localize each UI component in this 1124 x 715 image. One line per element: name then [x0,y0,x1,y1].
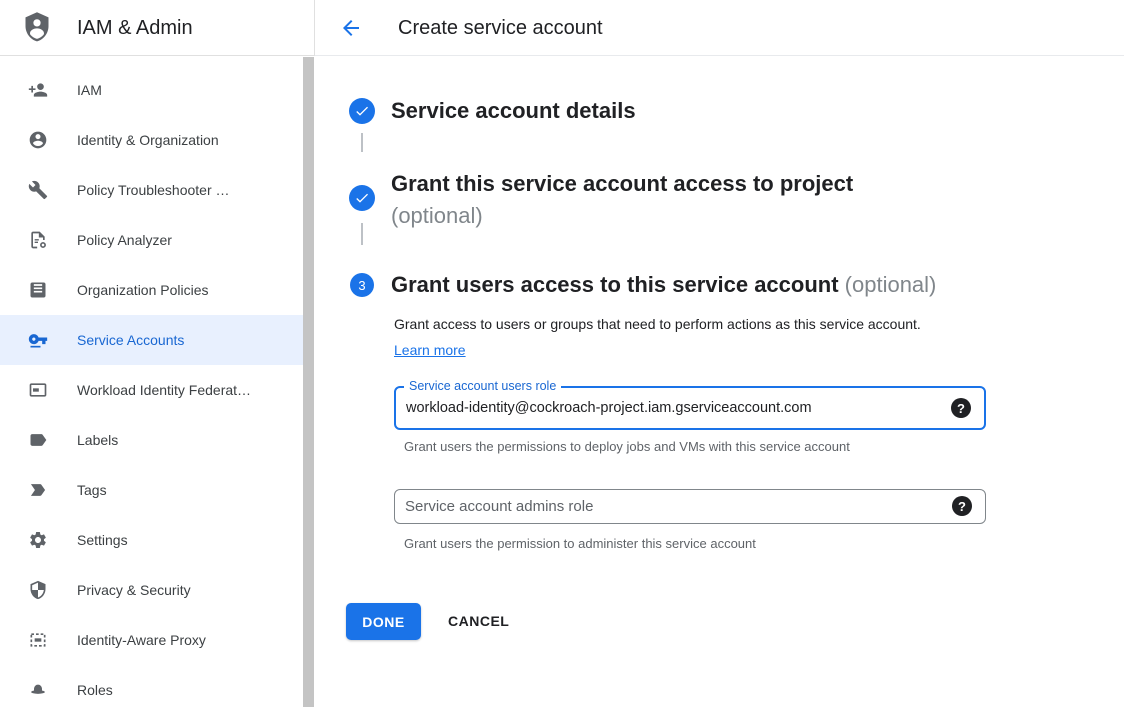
sidebar-item-iam[interactable]: IAM [0,65,303,115]
sidebar-item-identity-aware-proxy[interactable]: Identity-Aware Proxy [0,615,303,665]
wrench-icon [28,180,48,200]
sidebar-scrollbar[interactable] [303,57,314,707]
learn-more-link[interactable]: Learn more [394,342,466,358]
sidebar-item-labels[interactable]: Labels [0,415,303,465]
sidebar-item-label: Policy Troubleshooter … [77,182,230,198]
tag-arrow-icon [28,480,48,500]
step-3-description: Grant access to users or groups that nee… [394,311,950,363]
list-document-icon [28,280,48,300]
users-role-helper-text: Grant users the permissions to deploy jo… [404,439,850,454]
label-icon [28,430,48,450]
step-2-title-text: Grant this service account access to pro… [391,171,853,196]
sidebar-item-identity-organization[interactable]: Identity & Organization [0,115,303,165]
help-icon[interactable]: ? [952,496,972,516]
step-3-number-badge: 3 [350,273,374,297]
stepper-connector [361,223,363,245]
sidebar-item-settings[interactable]: Settings [0,515,303,565]
sidebar-item-privacy-security[interactable]: Privacy & Security [0,565,303,615]
product-name: IAM & Admin [77,0,193,56]
step-3-number: 3 [358,278,365,293]
sidebar-item-label: Tags [77,482,107,498]
person-add-icon [28,80,48,100]
sidebar-item-label: Privacy & Security [77,582,191,598]
service-account-admins-role-field: ? [394,489,986,524]
sidebar-item-label: Identity-Aware Proxy [77,632,206,648]
sidebar-item-label: Identity & Organization [77,132,219,148]
sidebar-item-label: Policy Analyzer [77,232,172,248]
sidebar-item-label: Roles [77,682,113,698]
proxy-frame-icon [28,630,48,650]
shield-half-icon [28,580,48,600]
account-circle-icon [28,130,48,150]
step-3-title: Grant users access to this service accou… [391,272,936,298]
iam-shield-person-icon [22,11,52,44]
sidebar-item-label: IAM [77,82,102,98]
step-3-optional-label: (optional) [839,272,937,297]
step-2-optional-label: (optional) [391,200,853,232]
stepper-connector [361,133,363,152]
done-button[interactable]: DONE [346,603,421,640]
sidebar: IAM & Admin IAM Identity & Organization … [0,0,315,707]
step-2-complete-check-icon [349,185,375,211]
cancel-button[interactable]: CANCEL [448,603,509,640]
sidebar-nav: IAM Identity & Organization Policy Troub… [0,57,315,715]
sidebar-item-label: Workload Identity Federat… [77,382,251,398]
users-role-input[interactable] [396,388,984,428]
sidebar-item-label: Service Accounts [77,332,184,348]
gear-icon [28,530,48,550]
main-content: Create service account Service account d… [315,0,1124,707]
page-header: Create service account [315,0,1124,56]
page-title: Create service account [398,0,603,56]
sidebar-item-label: Settings [77,532,128,548]
sidebar-item-policy-analyzer[interactable]: Policy Analyzer [0,215,303,265]
sidebar-item-roles[interactable]: Roles [0,665,303,715]
step-1-title: Service account details [391,98,636,124]
users-role-field-label: Service account users role [404,379,561,393]
back-arrow-icon[interactable] [339,16,363,40]
step-3-title-text: Grant users access to this service accou… [391,272,839,297]
service-account-key-icon [28,330,48,350]
hat-icon [28,680,48,700]
badge-card-icon [28,380,48,400]
sidebar-item-organization-policies[interactable]: Organization Policies [0,265,303,315]
sidebar-item-label: Organization Policies [77,282,209,298]
step-1-complete-check-icon [349,98,375,124]
service-account-users-role-field: Service account users role ? [394,386,986,430]
help-icon[interactable]: ? [951,398,971,418]
sidebar-item-workload-identity-federation[interactable]: Workload Identity Federat… [0,365,303,415]
sidebar-item-tags[interactable]: Tags [0,465,303,515]
admins-role-helper-text: Grant users the permission to administer… [404,536,756,551]
document-gear-icon [28,230,48,250]
step-3-description-text: Grant access to users or groups that nee… [394,316,921,332]
sidebar-item-service-accounts[interactable]: Service Accounts [0,315,303,365]
step-2-title: Grant this service account access to pro… [391,168,853,232]
sidebar-header: IAM & Admin [0,0,315,56]
admins-role-input[interactable] [395,490,985,523]
sidebar-item-label: Labels [77,432,118,448]
sidebar-item-policy-troubleshooter[interactable]: Policy Troubleshooter … [0,165,303,215]
